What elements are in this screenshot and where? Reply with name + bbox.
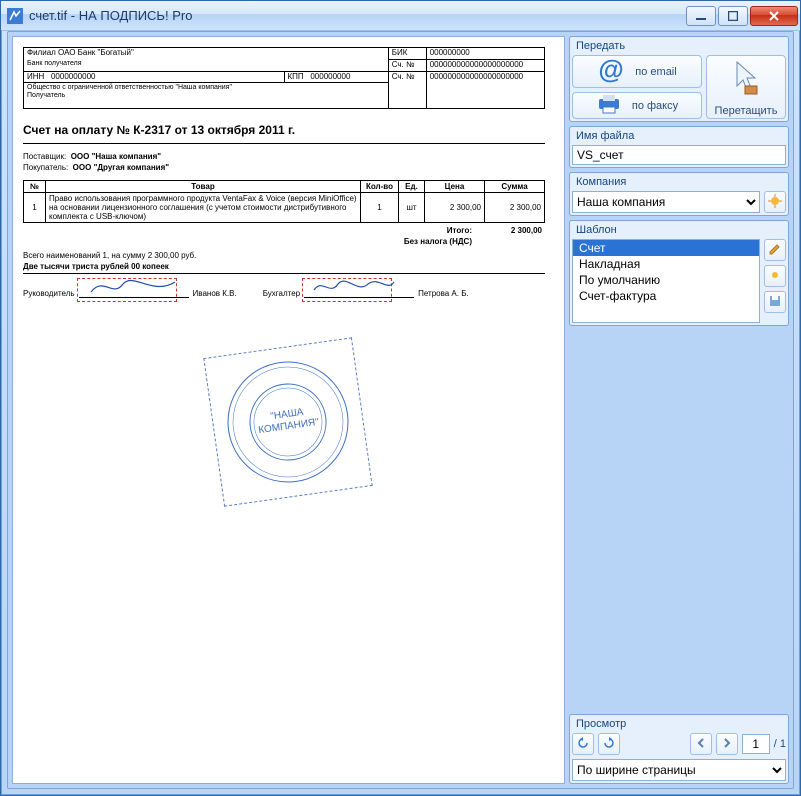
page-number-input[interactable] xyxy=(742,734,770,754)
rotate-ccw-icon xyxy=(576,736,590,753)
sum-words: Две тысячи триста рублей 00 копеек xyxy=(23,262,545,274)
bank-branch: Филиал ОАО Банк "Богатый" xyxy=(27,48,134,57)
template-group: Шаблон Счет Накладная По умолчанию Счет-… xyxy=(569,220,789,326)
document-preview[interactable]: Филиал ОАО Банк "Богатый" БИК 000000000 … xyxy=(12,36,565,784)
items-table: № Товар Кол-во Ед. Цена Сумма 1 Право ис… xyxy=(23,180,545,223)
rotate-left-button[interactable] xyxy=(572,733,594,755)
template-save-button[interactable] xyxy=(764,291,786,313)
vat-label: Без налога (НДС) xyxy=(23,236,475,247)
accountant-label: Бухгалтер xyxy=(263,289,300,298)
preview-group: Просмотр / 1 По ширине страницы xyxy=(569,714,789,784)
invoice-title: Счет на оплату № К-2317 от 13 октября 20… xyxy=(23,123,545,137)
cursor-icon xyxy=(731,58,761,99)
send-group: Передать @ по email по факсу xyxy=(569,36,789,122)
window-title: счет.tif - НА ПОДПИСЬ! Pro xyxy=(29,8,686,23)
window-buttons xyxy=(686,6,798,26)
pencil-icon xyxy=(769,243,781,258)
svg-text:@: @ xyxy=(599,56,624,84)
bank-details-table: Филиал ОАО Банк "Богатый" БИК 000000000 … xyxy=(23,47,545,109)
fax-button[interactable]: по факсу xyxy=(572,92,702,119)
inn-label: ИНН xyxy=(27,72,44,81)
kpp-label: КПП xyxy=(288,72,304,81)
director-signature xyxy=(83,274,183,300)
director-label: Руководитель xyxy=(23,289,75,298)
app-window: счет.tif - НА ПОДПИСЬ! Pro Филиал ОАО Ба… xyxy=(0,0,801,796)
template-item[interactable]: Счет xyxy=(573,240,759,256)
filename-group-title: Имя файла xyxy=(572,129,786,145)
drag-button[interactable]: Перетащить xyxy=(706,55,786,119)
filename-group: Имя файла xyxy=(569,126,789,168)
gear-sun-icon xyxy=(768,194,782,211)
bank-recipient-label: Банк получателя xyxy=(27,60,82,67)
inn-value: 0000000000 xyxy=(51,72,96,81)
titlebar: счет.tif - НА ПОДПИСЬ! Pro xyxy=(1,1,800,31)
acct1-value: 000000000000000000000 xyxy=(426,59,544,71)
supplier-row: Поставщик: ООО "Наша компания" xyxy=(23,152,545,161)
printer-icon xyxy=(596,93,622,118)
director-sign-line xyxy=(79,284,189,298)
company-group: Компания Наша компания xyxy=(569,172,789,216)
next-page-button[interactable] xyxy=(716,733,738,755)
maximize-button[interactable] xyxy=(718,6,748,26)
template-item[interactable]: По умолчанию xyxy=(573,272,759,288)
acct2-label: Сч. № xyxy=(388,71,426,109)
template-new-button[interactable] xyxy=(764,265,786,287)
signatures-row: Руководитель Иванов К.В. Бухгалтер Петро… xyxy=(23,284,545,298)
company-stamp: "НАША КОМПАНИЯ" xyxy=(215,349,362,496)
chevron-right-icon xyxy=(722,737,732,751)
at-icon: @ xyxy=(597,56,625,87)
acct2-value: 000000000000000000000 xyxy=(426,71,544,109)
template-edit-button[interactable] xyxy=(764,239,786,261)
acct-label: Сч. № xyxy=(388,59,426,71)
email-button[interactable]: @ по email xyxy=(572,55,702,88)
bik-value: 000000000 xyxy=(426,48,544,60)
preview-group-title: Просмотр xyxy=(572,717,786,733)
send-group-title: Передать xyxy=(572,39,786,55)
accountant-signature xyxy=(308,274,398,300)
accountant-sign-line xyxy=(304,284,414,298)
template-group-title: Шаблон xyxy=(572,223,786,239)
zoom-select[interactable]: По ширине страницы xyxy=(572,759,786,781)
template-list[interactable]: Счет Накладная По умолчанию Счет-фактура xyxy=(572,239,760,323)
table-row: 1 Право использования программного проду… xyxy=(24,193,545,223)
total-value: 2 300,00 xyxy=(475,225,545,236)
bik-label: БИК xyxy=(388,48,426,60)
minimize-button[interactable] xyxy=(686,6,716,26)
recipient-label: Получатель xyxy=(27,92,65,99)
company-group-title: Компания xyxy=(572,175,786,191)
total-label: Итого: xyxy=(23,225,475,236)
rotate-cw-icon xyxy=(602,736,616,753)
org-name: Общество с ограниченной ответственностью… xyxy=(27,84,232,91)
accountant-name: Петрова А. Б. xyxy=(418,289,469,298)
company-settings-button[interactable] xyxy=(764,191,786,213)
close-button[interactable] xyxy=(750,6,798,26)
chevron-left-icon xyxy=(696,737,706,751)
app-icon xyxy=(7,8,23,24)
template-item[interactable]: Счет-фактура xyxy=(573,288,759,304)
company-select[interactable]: Наша компания xyxy=(572,191,760,213)
rotate-right-button[interactable] xyxy=(598,733,620,755)
prev-page-button[interactable] xyxy=(690,733,712,755)
floppy-icon xyxy=(769,295,781,310)
template-item[interactable]: Накладная xyxy=(573,256,759,272)
kpp-value: 000000000 xyxy=(310,72,350,81)
client-area: Филиал ОАО Банк "Богатый" БИК 000000000 … xyxy=(7,31,794,789)
buyer-row: Покупатель: ООО "Другая компания" xyxy=(23,163,545,172)
side-panel: Передать @ по email по факсу xyxy=(569,36,789,784)
director-name: Иванов К.В. xyxy=(193,289,237,298)
filename-input[interactable] xyxy=(572,145,786,165)
sun-icon xyxy=(769,269,781,284)
invoice-document: Филиал ОАО Банк "Богатый" БИК 000000000 … xyxy=(23,47,545,298)
sum-line: Всего наименований 1, на сумму 2 300,00 … xyxy=(23,251,545,260)
page-total: / 1 xyxy=(774,738,786,750)
